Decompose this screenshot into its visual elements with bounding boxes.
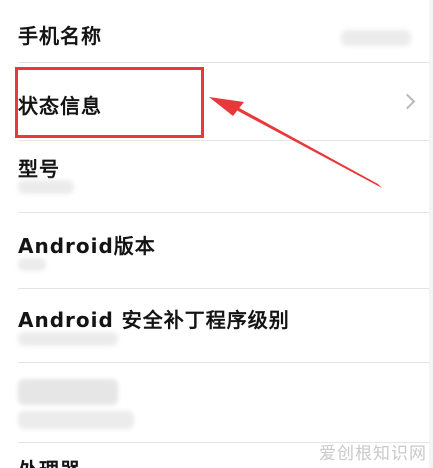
model-value-redacted — [18, 180, 74, 194]
redacted-value-block — [18, 411, 134, 429]
settings-row-phone-name[interactable]: 手机名称 — [0, 0, 433, 62]
settings-row-redacted[interactable] — [0, 363, 433, 441]
android-version-label: Android版本 — [18, 234, 156, 258]
settings-row-model[interactable]: 型号 — [0, 141, 433, 211]
processor-label: 处理器 — [18, 454, 81, 468]
android-version-value-redacted — [18, 258, 46, 271]
model-label: 型号 — [18, 157, 60, 181]
chevron-right-icon — [399, 93, 416, 110]
security-patch-value-redacted — [18, 332, 118, 346]
phone-name-value-redacted — [341, 30, 411, 46]
right-edge-strip — [429, 0, 433, 468]
watermark-text: 爱创根知识网 — [319, 444, 427, 464]
about-phone-screen: 手机名称 状态信息 型号 Android版本 Android 安全补丁程序级别 … — [0, 0, 433, 468]
phone-name-label: 手机名称 — [18, 24, 102, 48]
annotation-highlight-box — [15, 67, 204, 138]
security-patch-label: Android 安全补丁程序级别 — [18, 308, 290, 332]
settings-row-android-version[interactable]: Android版本 — [0, 213, 433, 287]
settings-row-security-patch[interactable]: Android 安全补丁程序级别 — [0, 289, 433, 361]
redacted-label-block — [18, 379, 118, 405]
